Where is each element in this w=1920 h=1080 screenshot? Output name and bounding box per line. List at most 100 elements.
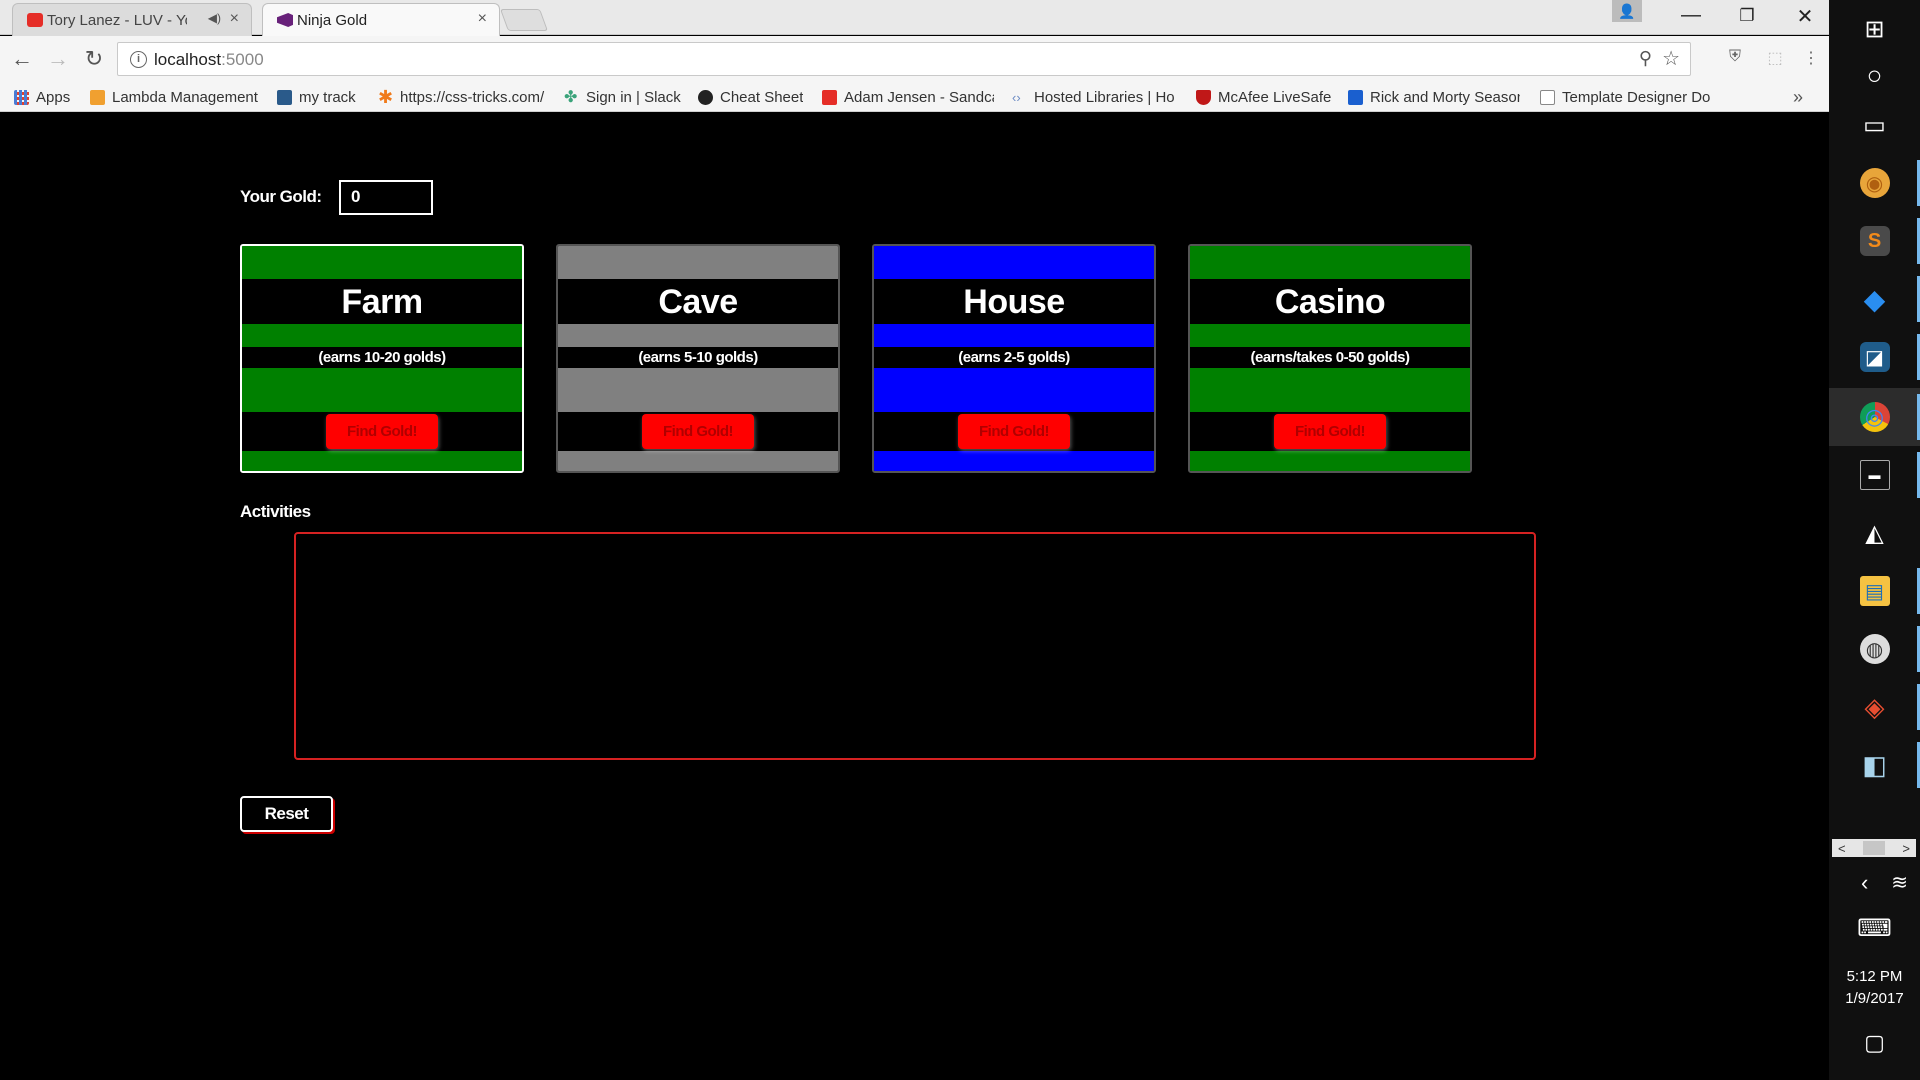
card-stripe (242, 451, 522, 471)
asterisk-icon: ✱ (378, 89, 394, 106)
card-description: (earns 2-5 golds) (958, 349, 1070, 366)
ninja-gold-page: Your Gold: 0 Farm (earns 10-20 golds) Fi… (0, 113, 1829, 1080)
basketball-glyph-icon: ◉ (1859, 168, 1890, 198)
file-explorer-icon[interactable]: ▤ (1829, 562, 1920, 620)
farm-card: Farm (earns 10-20 golds) Find Gold! (240, 244, 524, 473)
browser-window: Tory Lanez - LUV - YouTube ◀) × Ninja Go… (0, 0, 1829, 1080)
cave-card: Cave (earns 5-10 golds) Find Gold! (556, 244, 840, 473)
bookmark-label: Hosted Libraries | Ho (1034, 89, 1175, 106)
bookmark-label: Lambda Management (112, 89, 258, 106)
bookmark-label: Rick and Morty Season (1370, 89, 1520, 106)
bookmark-label: Template Designer Do (1562, 89, 1710, 106)
bookmark-cheat-sheet[interactable]: Cheat Sheet (698, 89, 803, 106)
bookmark-adam-jensen[interactable]: Adam Jensen - Sandcastle (822, 89, 994, 106)
visual-studio-icon (277, 13, 293, 27)
clock-date[interactable]: 1/9/2017 (1829, 990, 1920, 1007)
scroll-left-icon[interactable]: < (1838, 841, 1846, 856)
close-tab-icon[interactable]: × (478, 10, 487, 28)
zoom-icon[interactable]: ⚲ (1639, 48, 1652, 69)
cortana-circle-icon: ○ (1866, 59, 1883, 90)
clock-time[interactable]: 5:12 PM (1829, 968, 1920, 985)
bookmark-label: Cheat Sheet (720, 89, 804, 106)
bookmark-slack[interactable]: ✤ Sign in | Slack (564, 89, 681, 106)
speaker-icon[interactable]: ◀) (208, 11, 221, 25)
bookmark-rick-and-morty[interactable]: Rick and Morty Season (1348, 89, 1520, 106)
browser-toolbar: ← → ↻ i localhost:5000 ⚲ ☆ ⛨ ⬚ ⋮ (0, 36, 1829, 84)
unity-glyph-icon: ◭ (1865, 519, 1884, 547)
extension-shield-icon[interactable]: ⛨ (1724, 48, 1746, 70)
activities-log[interactable] (294, 532, 1536, 760)
card-stripe (874, 451, 1154, 471)
new-tab-button[interactable] (499, 9, 549, 31)
terminal-icon[interactable]: ▬ (1829, 446, 1920, 504)
close-window-button[interactable]: ✕ (1782, 4, 1828, 29)
card-stripe (242, 246, 522, 279)
slack-icon: ✤ (564, 89, 578, 106)
address-bar[interactable]: i localhost:5000 ⚲ ☆ (117, 42, 1691, 76)
taskbar-scrollbar[interactable]: < > (1832, 839, 1916, 857)
casino-find-gold-button[interactable]: Find Gold! (1274, 414, 1386, 449)
profile-icon[interactable]: 👤 (1612, 0, 1642, 22)
house-card: House (earns 2-5 golds) Find Gold! (872, 244, 1156, 473)
menu-kebab-icon[interactable]: ⋮ (1800, 48, 1822, 70)
close-tab-icon[interactable]: × (230, 10, 239, 28)
bookmark-template-designer[interactable]: Template Designer Do (1540, 89, 1710, 106)
folder-glyph-icon: ▤ (1859, 576, 1890, 606)
bookmark-label: McAfee LiveSafe (1218, 89, 1332, 106)
cheat-sheet-icon (698, 90, 713, 105)
notifications-icon[interactable]: ▢ (1829, 1030, 1920, 1056)
vscode-icon[interactable]: ◆ (1829, 270, 1920, 328)
tab-title: Ninja Gold (297, 11, 368, 29)
bookmark-lambda[interactable]: Lambda Management (90, 89, 258, 106)
minimize-button[interactable]: — (1668, 4, 1714, 27)
activities-label: Activities (240, 502, 311, 521)
terminal-glyph-icon: ▬ (1859, 460, 1890, 490)
keyboard-icon[interactable]: ⌨ (1829, 914, 1920, 943)
bookmark-mcafee[interactable]: McAfee LiveSafe (1196, 89, 1331, 106)
card-title: Farm (341, 283, 423, 321)
chrome-glyph-icon: ◎ (1859, 402, 1890, 432)
card-description: (earns 10-20 golds) (318, 349, 446, 366)
youtube-icon (822, 90, 837, 105)
chrome-icon[interactable]: ◎ (1829, 388, 1920, 446)
tab-youtube[interactable]: Tory Lanez - LUV - YouTube ◀) × (12, 3, 252, 36)
bookmark-hosted-libraries[interactable]: ‹› Hosted Libraries | Ho (1012, 89, 1182, 106)
git-icon[interactable]: ◈ (1829, 678, 1920, 736)
eraser-glyph-icon: ◧ (1862, 749, 1887, 780)
task-view-icon[interactable]: ▭ (1829, 96, 1920, 154)
cave-find-gold-button[interactable]: Find Gold! (642, 414, 754, 449)
info-icon[interactable]: i (130, 51, 147, 68)
scroll-right-icon[interactable]: > (1902, 841, 1910, 856)
bookmark-apps[interactable]: Apps (14, 89, 70, 106)
bookmark-star-icon[interactable]: ☆ (1662, 46, 1680, 71)
restore-button[interactable]: ❐ (1724, 6, 1770, 26)
gold-value-box: 0 (339, 180, 433, 215)
github-icon[interactable]: ◍ (1829, 620, 1920, 678)
your-gold-label: Your Gold: (240, 187, 322, 206)
card-stripe (874, 324, 1154, 347)
unity-icon[interactable]: ◭ (1829, 504, 1920, 562)
extension-puzzle-icon[interactable]: ⬚ (1764, 48, 1786, 70)
farm-find-gold-button[interactable]: Find Gold! (326, 414, 438, 449)
bookmark-css-tricks[interactable]: ✱ https://css-tricks.com/ (378, 89, 546, 106)
card-title: Cave (658, 283, 738, 321)
sublime-text-icon[interactable]: S (1829, 212, 1920, 270)
bookmark-label: https://css-tricks.com/ (400, 89, 545, 106)
eraser-app-icon[interactable]: ◧ (1829, 736, 1920, 794)
wifi-icon[interactable]: ≋ (1829, 870, 1920, 895)
basketball-app-icon[interactable]: ◉ (1829, 154, 1920, 212)
tab-ninja-gold[interactable]: Ninja Gold × (262, 3, 500, 36)
aws-cube-icon (90, 90, 105, 105)
casino-card: Casino (earns/takes 0-50 golds) Find Gol… (1188, 244, 1472, 473)
bookmark-label: Apps (36, 89, 71, 106)
mysql-glyph-icon: ◪ (1859, 342, 1890, 372)
scroll-thumb[interactable] (1863, 841, 1885, 855)
forward-button[interactable]: → (44, 46, 72, 72)
back-button[interactable]: ← (8, 46, 36, 72)
house-find-gold-button[interactable]: Find Gold! (958, 414, 1070, 449)
bookmark-my-track[interactable]: my track (277, 89, 356, 106)
reload-button[interactable]: ↻ (80, 46, 108, 72)
mysql-workbench-icon[interactable]: ◪ (1829, 328, 1920, 386)
bookmarks-overflow-icon[interactable]: » (1793, 87, 1803, 108)
reset-button[interactable]: Reset (240, 796, 333, 832)
